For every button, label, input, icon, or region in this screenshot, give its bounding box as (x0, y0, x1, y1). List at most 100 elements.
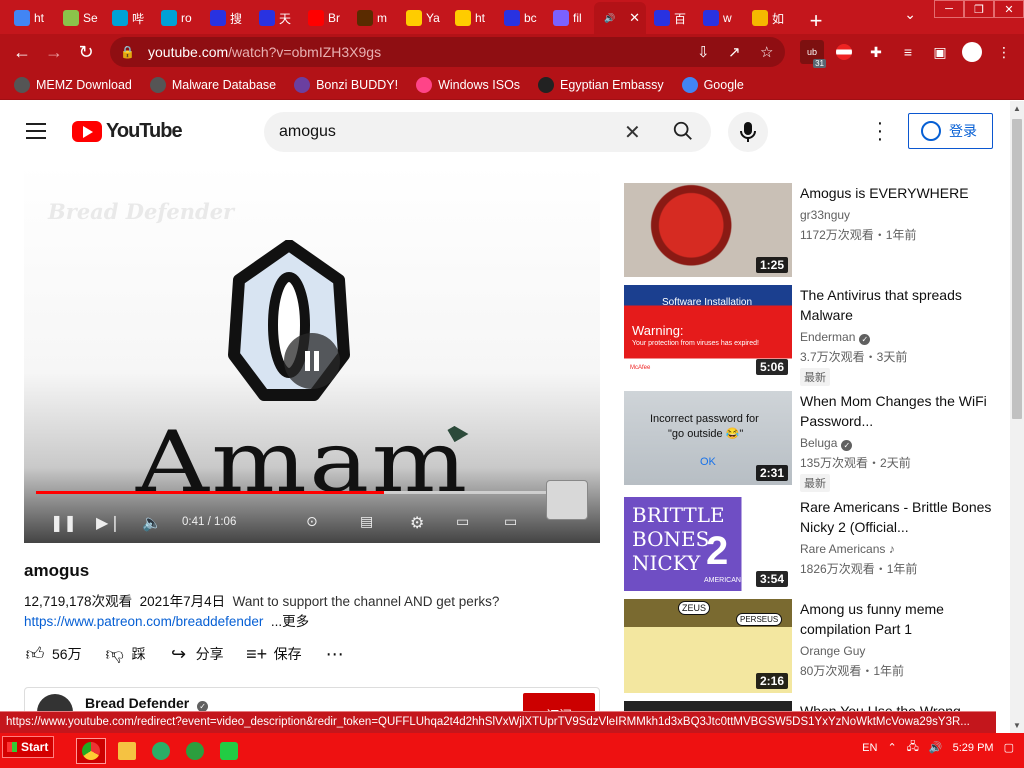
taskbar-wechat-button[interactable] (146, 738, 176, 764)
tab-6[interactable]: Br (300, 4, 349, 32)
start-button[interactable]: Start (2, 736, 54, 758)
voice-search-button[interactable] (728, 112, 768, 152)
share-button[interactable]: ↪ 分享 (168, 643, 224, 665)
more-actions-button[interactable]: ⋯ (324, 643, 346, 665)
close-tab-icon[interactable]: ✕ (629, 10, 640, 26)
tab-13[interactable]: 百 (646, 4, 695, 32)
like-button[interactable]: 👍︎ 56万 (24, 643, 82, 665)
reload-icon[interactable]: ↻ (70, 36, 102, 68)
tab-3[interactable]: ro (153, 4, 202, 32)
search-input[interactable]: amogus ✕ (264, 112, 711, 152)
tab-12[interactable]: 🔊 ✕ (594, 2, 646, 34)
recommended-title[interactable]: When You Use the Wrong (800, 701, 1000, 711)
video-description[interactable]: 12,719,178次观看 2021年7月4日 Want to support … (24, 592, 604, 632)
tab-4[interactable]: 搜 (202, 4, 251, 32)
extension-ublock-icon[interactable]: ub 31 (800, 40, 826, 68)
recommended-title[interactable]: Amogus is EVERYWHERE (800, 183, 1000, 203)
install-app-icon[interactable]: ⇩ (697, 43, 710, 61)
settings-more-icon[interactable]: · · · (875, 113, 885, 149)
video-progress-bar[interactable] (36, 491, 588, 494)
restore-button[interactable]: ❐ (964, 0, 994, 18)
dislike-button[interactable]: 👎︎ 踩 (104, 643, 145, 665)
taskbar-app-button[interactable] (214, 738, 244, 764)
sign-in-button[interactable]: 登录 (908, 113, 993, 149)
media-control-icon[interactable]: ≡ (896, 40, 920, 64)
clear-search-icon[interactable]: ✕ (624, 120, 641, 145)
tab-0[interactable]: ht (6, 4, 55, 32)
page-scrollbar[interactable]: ▲ ▼ (1010, 101, 1024, 733)
recommended-video[interactable]: ZEUS PERSEUS 2:16 Among us funny meme compi… (624, 599, 1004, 695)
tab-8[interactable]: Ya (398, 4, 447, 32)
share-icon[interactable]: ↗ (728, 43, 741, 61)
video-thumbnail[interactable] (624, 701, 792, 711)
search-icon[interactable] (672, 120, 694, 142)
youtube-logo[interactable]: YouTube (72, 120, 183, 143)
channel-name[interactable]: Bread Defender ✓ (85, 695, 209, 712)
bookmark-1[interactable]: Malware Database (149, 76, 276, 93)
recommended-video[interactable]: When You Use the Wrong (624, 701, 1004, 711)
browser-menu-icon[interactable]: ⋮ (992, 40, 1016, 64)
minimize-button[interactable]: ─ (934, 0, 964, 18)
address-bar[interactable]: 🔒 youtube.com/watch?v=obmIZH3X9gs ⇩ ↗ ☆ (110, 37, 785, 67)
scrollbar-thumb[interactable] (1012, 119, 1022, 419)
taskbar-chrome-button[interactable] (76, 738, 106, 764)
tab-14[interactable]: w (695, 4, 744, 32)
bookmark-3[interactable]: Windows ISOs (416, 76, 520, 93)
close-window-button[interactable]: ✕ (994, 0, 1024, 18)
tab-10[interactable]: bc (496, 4, 545, 32)
recommended-title[interactable]: When Mom Changes the WiFi Password... (800, 391, 1000, 431)
video-thumbnail[interactable]: Incorrect password for "go outside 😂" OK 2:… (624, 391, 792, 485)
taskbar-chrome2-button[interactable] (180, 738, 210, 764)
bookmark-2[interactable]: Bonzi BUDDY! (294, 76, 398, 93)
forward-arrow-icon[interactable]: → (38, 36, 70, 68)
save-button[interactable]: ≡+ 保存 (246, 643, 302, 665)
back-arrow-icon[interactable]: ← (6, 36, 38, 68)
channel-branding-toaster-icon[interactable] (546, 480, 588, 520)
pause-icon[interactable]: ❚❚ (50, 513, 77, 533)
recommended-channel[interactable]: gr33nguy (800, 208, 850, 222)
menu-hamburger-icon[interactable] (26, 123, 46, 139)
video-thumbnail[interactable]: 1:25 (624, 183, 792, 277)
tab-search-chevron-icon[interactable]: ⌄ (904, 6, 916, 23)
scroll-down-arrow-icon[interactable]: ▼ (1013, 721, 1021, 730)
subtitles-icon[interactable]: ▤ (360, 513, 373, 530)
tab-7[interactable]: m (349, 4, 398, 32)
volume-tray-icon[interactable]: 🔊 (929, 741, 943, 754)
bookmark-4[interactable]: Egyptian Embassy (538, 76, 664, 93)
recommended-title[interactable]: Rare Americans - Brittle Bones Nicky 2 (… (800, 497, 1000, 537)
show-more-link[interactable]: ...更多 (271, 614, 309, 629)
tab-9[interactable]: ht (447, 4, 496, 32)
tab-1[interactable]: Se (55, 4, 104, 32)
recommended-channel[interactable]: Beluga ✓ (800, 436, 853, 451)
tab-5[interactable]: 天 (251, 4, 300, 32)
recommended-video[interactable]: BRITTLE BONES NICKY 2 AMERICANS 3:54 Rare Amer… (624, 497, 1004, 593)
action-center-icon[interactable]: ▢ (1004, 741, 1014, 754)
extension-flag-icon[interactable] (832, 40, 856, 64)
video-thumbnail[interactable]: BRITTLE BONES NICKY 2 AMERICANS 3:54 (624, 497, 792, 591)
autoplay-toggle-icon[interactable]: ⊙ (306, 513, 318, 530)
tab-15[interactable]: 如 (744, 4, 793, 32)
recommended-title[interactable]: The Antivirus that spreads Malware (800, 285, 1000, 325)
side-panel-icon[interactable]: ▣ (928, 40, 952, 64)
bookmark-star-icon[interactable]: ☆ (760, 43, 773, 61)
tab-2[interactable]: 哔 (104, 4, 153, 32)
profile-avatar-icon[interactable] (960, 40, 984, 64)
lock-icon[interactable]: 🔒 (120, 45, 138, 59)
settings-gear-icon[interactable]: ⚙ (410, 513, 424, 533)
recommended-title[interactable]: Among us funny meme compilation Part 1 (800, 599, 1000, 639)
next-icon[interactable]: ▶❘ (96, 513, 122, 533)
theater-mode-icon[interactable]: ▭ (504, 513, 517, 530)
miniplayer-icon[interactable]: ▭ (456, 513, 469, 530)
network-icon[interactable]: 🖧 (907, 738, 919, 757)
video-thumbnail[interactable]: ZEUS PERSEUS 2:16 (624, 599, 792, 693)
clock[interactable]: 5:29 PM (953, 742, 994, 754)
tray-expand-icon[interactable]: ⌃ (887, 741, 896, 754)
volume-icon[interactable]: 🔈 (142, 513, 162, 533)
recommended-video[interactable]: 1:25 Amogus is EVERYWHERE gr33nguy 1172万次观看… (624, 183, 1004, 279)
video-player[interactable]: Bread Defender Amam ❚❚ ▶❘ 🔈 0:41 / 1:06 … (24, 165, 600, 543)
recommended-channel[interactable]: Orange Guy (800, 644, 865, 658)
recommended-channel[interactable]: Rare Americans ♪ (800, 542, 895, 556)
language-indicator[interactable]: EN (862, 742, 877, 754)
extensions-puzzle-icon[interactable]: ✚ (864, 40, 888, 64)
taskbar-explorer-button[interactable] (112, 738, 142, 764)
